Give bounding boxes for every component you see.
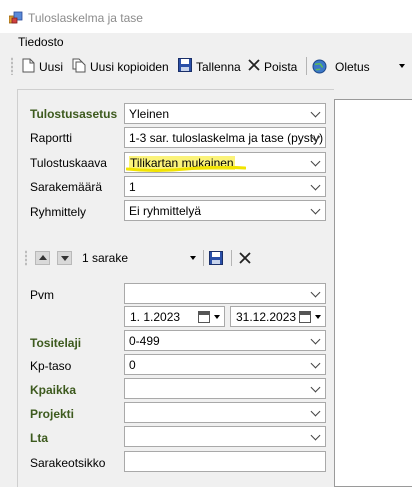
column-count-label: Sarakemäärä	[30, 180, 103, 194]
chevron-down-icon	[310, 406, 321, 417]
account-level-label: Kp-taso	[30, 359, 72, 373]
column-toolbar-separator	[203, 250, 204, 266]
document-type-label: Tositelaji	[30, 336, 82, 350]
arrow-up-icon	[39, 255, 47, 260]
column-header-input[interactable]	[124, 451, 326, 472]
new-button-label: Uusi	[39, 59, 64, 74]
date-select[interactable]	[124, 283, 326, 304]
save-disk-icon	[178, 58, 192, 75]
column-count-value: 1	[129, 179, 136, 194]
report-select[interactable]: 1-3 sar. tuloslaskelma ja tase (pysty)	[124, 127, 326, 148]
chevron-down-icon	[310, 107, 321, 118]
column-toolbar-separator-2	[231, 250, 232, 266]
delete-button[interactable]: Poista	[248, 57, 297, 76]
column-select-value: 1 sarake	[82, 251, 129, 265]
document-type-value: 0-499	[129, 333, 160, 348]
chevron-down-icon	[310, 287, 321, 298]
column-count-select[interactable]: 1	[124, 176, 326, 197]
print-setting-select[interactable]: Yleinen	[124, 103, 326, 124]
print-setting-label: Tulostusasetus	[30, 107, 118, 121]
new-button[interactable]: Uusi	[22, 57, 63, 76]
dropdown-arrow-icon	[399, 64, 405, 68]
column-header-label: Sarakeotsikko	[30, 456, 106, 470]
arrow-down-icon	[61, 256, 69, 261]
save-button[interactable]: Tallenna	[178, 57, 241, 76]
copy-document-icon	[72, 58, 86, 76]
project-label: Projekti	[30, 407, 75, 421]
new-copy-button-label: Uusi kopioiden	[90, 59, 169, 74]
date-label: Pvm	[30, 288, 54, 302]
menu-file[interactable]: Tiedosto	[18, 35, 64, 49]
highlight-underline	[126, 166, 246, 172]
dropdown-arrow-icon	[214, 315, 220, 319]
save-button-label: Tallenna	[196, 59, 241, 74]
delete-x-icon	[248, 59, 260, 74]
date-from-picker[interactable]: 1. 1.2023	[124, 306, 225, 327]
chevron-down-icon	[310, 430, 321, 441]
move-down-button[interactable]	[57, 251, 72, 265]
print-format-label: Tulostuskaava	[30, 156, 107, 170]
preview-area	[334, 99, 412, 487]
grouping-label: Ryhmittely	[30, 205, 87, 219]
delete-column-button[interactable]	[239, 252, 251, 267]
delete-x-icon	[239, 252, 251, 267]
column-select[interactable]: 1 sarake	[78, 248, 199, 268]
window-title: Tuloslaskelma ja tase	[28, 11, 143, 25]
grouping-select[interactable]: Ei ryhmittelyä	[124, 200, 326, 221]
globe-icon	[312, 59, 327, 74]
report-value: 1-3 sar. tuloslaskelma ja tase (pysty)	[129, 130, 324, 145]
date-from-value: 1. 1.2023	[130, 309, 181, 324]
chevron-down-icon	[310, 358, 321, 369]
dropdown-arrow-icon	[315, 315, 321, 319]
profile-value: Oletus	[335, 59, 370, 74]
account-level-value: 0	[129, 357, 136, 372]
report-label: Raportti	[30, 131, 73, 145]
chevron-down-icon	[310, 156, 321, 167]
toolbar-grip[interactable]	[11, 57, 13, 75]
date-to-picker[interactable]: 31.12.2023	[230, 306, 326, 327]
project-select[interactable]	[124, 402, 326, 423]
new-copy-button[interactable]: Uusi kopioiden	[72, 57, 169, 76]
toolbar-separator	[306, 57, 307, 75]
new-document-icon	[22, 58, 35, 76]
date-to-value: 31.12.2023	[236, 309, 297, 324]
print-setting-value: Yleinen	[129, 106, 170, 121]
chevron-down-icon	[310, 180, 321, 191]
account-level-select[interactable]: 0	[124, 354, 326, 375]
column-toolbar-grip[interactable]	[25, 250, 27, 266]
chevron-down-icon	[310, 382, 321, 393]
dropdown-arrow-icon	[190, 256, 196, 260]
chevron-down-icon	[310, 334, 321, 345]
calendar-icon	[299, 311, 311, 323]
grouping-value: Ei ryhmittelyä	[129, 203, 202, 218]
cost-center-label: Kpaikka	[30, 383, 77, 397]
profile-dropdown[interactable]: Oletus	[312, 56, 410, 77]
calendar-icon	[198, 311, 210, 323]
lta-select[interactable]	[124, 426, 326, 447]
chevron-down-icon	[310, 204, 321, 215]
lta-label: Lta	[30, 431, 48, 445]
delete-button-label: Poista	[264, 59, 298, 74]
document-type-select[interactable]: 0-499	[124, 330, 326, 351]
save-disk-icon	[209, 251, 223, 268]
save-column-button[interactable]	[209, 251, 223, 268]
cost-center-select[interactable]	[124, 378, 326, 399]
app-icon	[8, 11, 23, 25]
move-up-button[interactable]	[35, 251, 50, 265]
